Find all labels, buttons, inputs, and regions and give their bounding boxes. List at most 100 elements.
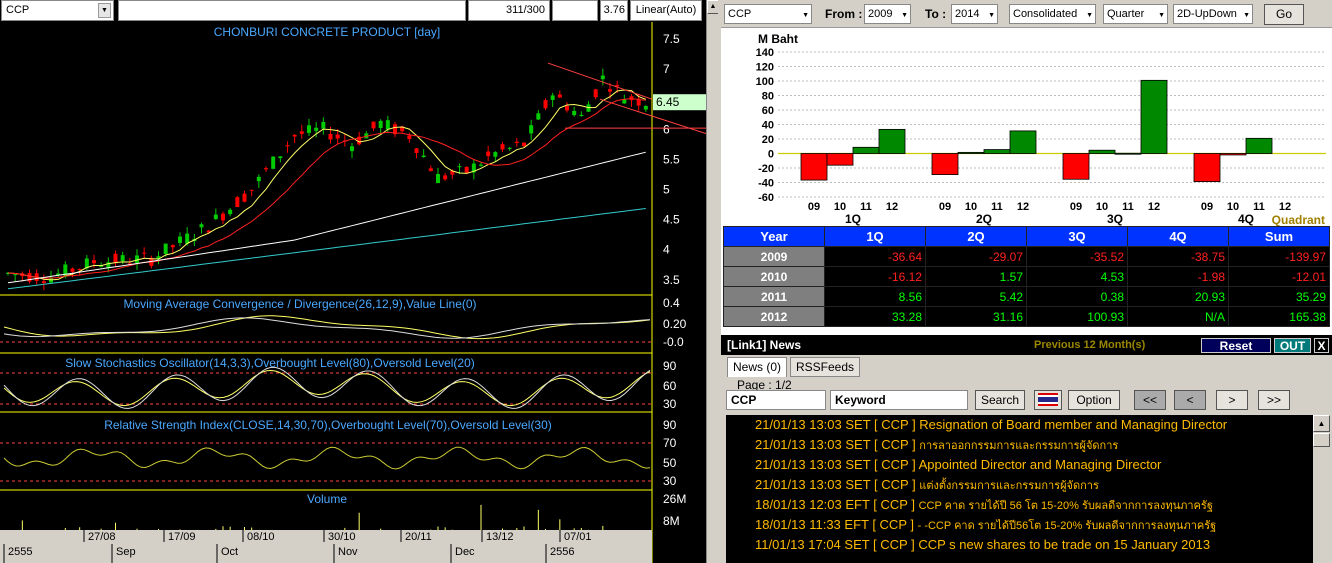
- rsi-tick-label: 50: [663, 456, 677, 470]
- value-cell: 4.53: [1026, 266, 1128, 287]
- ma-mid-line: [7, 98, 646, 279]
- candle-body: [314, 127, 319, 131]
- candle-body: [163, 243, 168, 254]
- candle-body: [178, 236, 182, 243]
- candle-body: [307, 125, 311, 133]
- scroll-thumb[interactable]: [1313, 433, 1330, 447]
- news-item[interactable]: 18/01/13 11:33 EFT [ CCP ] - -CCP คาด รา…: [726, 515, 1313, 535]
- scroll-up-icon[interactable]: ▲: [1313, 415, 1330, 432]
- value-cell: -35.52: [1026, 246, 1128, 267]
- group-label: 4Q: [1238, 212, 1254, 226]
- price-chart-canvas[interactable]: CHONBURI CONCRETE PRODUCT [day]7.576.565…: [0, 22, 706, 563]
- first-page-button[interactable]: <<: [1134, 390, 1166, 410]
- chart-symbol-select[interactable]: CCP ▼: [1, 0, 114, 21]
- financial-symbol-select[interactable]: CCP ▼: [724, 4, 812, 24]
- news-item[interactable]: 21/01/13 13:03 SET [ CCP ] Resignation o…: [726, 415, 1313, 435]
- news-symbol-input[interactable]: CCP: [726, 390, 826, 410]
- candle-body: [120, 255, 125, 262]
- news-item[interactable]: 21/01/13 13:03 SET [ CCP ] Appointed Dir…: [726, 455, 1313, 475]
- bar-count-display: 311/300: [468, 0, 550, 21]
- y-tick-label: 0: [768, 149, 774, 161]
- x-tick-label: 12: [1148, 201, 1160, 213]
- candle-body: [421, 155, 426, 158]
- language-flag-button[interactable]: [1034, 390, 1062, 410]
- candle-body: [242, 193, 247, 202]
- y-tick-label: 100: [756, 76, 774, 88]
- candle-body: [443, 175, 448, 180]
- from-year-value: 2009: [868, 8, 893, 20]
- tab-rssfeeds[interactable]: RSSFeeds: [790, 357, 861, 377]
- chevron-down-icon[interactable]: ▼: [98, 3, 111, 18]
- go-button[interactable]: Go: [1264, 4, 1304, 25]
- stoch-k-line: [3, 369, 651, 407]
- news-list: 21/01/13 13:03 SET [ CCP ] Resignation o…: [726, 415, 1313, 563]
- candle-body: [27, 272, 32, 282]
- chart-scrollbar[interactable]: ▲: [706, 0, 719, 563]
- period-select[interactable]: Quarter ▼: [1103, 4, 1168, 24]
- news-item[interactable]: 21/01/13 13:03 SET [ CCP ] แต่งตั้งกรรมก…: [726, 475, 1313, 495]
- news-meta: 21/01/13 13:03 SET [ CCP ]: [755, 477, 920, 492]
- stoch-tick-label: 90: [663, 359, 677, 373]
- news-headline: CCP s new shares to be trade on 15 Janua…: [918, 537, 1211, 552]
- news-item[interactable]: 21/01/13 13:03 SET [ CCP ] การลาออกกรรมก…: [726, 435, 1313, 455]
- bar: [1193, 153, 1221, 182]
- scale-mode-display[interactable]: Linear(Auto): [630, 0, 702, 21]
- prev-page-button[interactable]: <: [1174, 390, 1206, 410]
- candle-body: [543, 100, 548, 109]
- next-page-button[interactable]: >: [1216, 390, 1248, 410]
- bar: [1088, 149, 1116, 154]
- chart-title: CHONBURI CONCRETE PRODUCT [day]: [214, 25, 440, 39]
- volume-title: Volume: [307, 492, 347, 506]
- quarter-table: Year 1Q 2Q 3Q 4Q Sum 2009 -36.64 -29.07 -35.52 -38…: [723, 226, 1330, 327]
- resistance-trendline: [547, 62, 653, 100]
- price-tick-label: 6: [663, 122, 670, 136]
- y-tick-label: 80: [762, 91, 774, 103]
- value-cell: 33.28: [824, 306, 926, 327]
- keyword-input[interactable]: Keyword: [830, 390, 968, 410]
- candle-body: [378, 120, 383, 129]
- news-item[interactable]: 11/01/13 17:04 SET [ CCP ] CCP s new sha…: [726, 535, 1313, 555]
- news-meta: 21/01/13 13:03 SET [ CCP ]: [755, 437, 920, 452]
- candle-body: [113, 253, 118, 264]
- value-cell: 100.93: [1026, 306, 1128, 327]
- ma-slow-line: [7, 151, 646, 284]
- news-meta: 11/01/13 17:04 SET [ CCP ]: [755, 537, 919, 552]
- candle-body: [13, 274, 18, 276]
- reset-button[interactable]: Reset: [1201, 338, 1271, 353]
- tab-news[interactable]: News (0): [727, 357, 788, 377]
- y-tick-label: -20: [758, 163, 774, 175]
- y-tick-label: 120: [756, 62, 774, 74]
- news-meta: 18/01/13 12:03 EFT [ CCP ]: [755, 497, 919, 512]
- to-year-select[interactable]: 2014 ▼: [951, 4, 998, 24]
- macd-signal-line: [3, 317, 651, 339]
- news-item[interactable]: 18/01/13 12:03 EFT [ CCP ] CCP คาด รายได…: [726, 495, 1313, 515]
- news-header: [Link1] News Previous 12 Month(s) Reset …: [721, 335, 1332, 355]
- out-button[interactable]: OUT: [1274, 338, 1311, 353]
- candle-body: [328, 133, 333, 140]
- date-tick-label: 27/08: [88, 531, 116, 543]
- bar: [931, 153, 959, 175]
- stoch-tick-label: 30: [663, 397, 677, 411]
- bar: [800, 153, 828, 181]
- candle-body: [529, 125, 534, 134]
- consolidation-select[interactable]: Consolidated ▼: [1009, 4, 1096, 24]
- last-page-button[interactable]: >>: [1258, 390, 1290, 410]
- candle-body: [249, 189, 254, 191]
- news-scrollbar[interactable]: ▲: [1313, 415, 1330, 563]
- option-button[interactable]: Option: [1068, 390, 1120, 410]
- view-select[interactable]: 2D-UpDown ▼: [1173, 4, 1253, 24]
- y-tick-label: 60: [762, 105, 774, 117]
- from-year-select[interactable]: 2009 ▼: [864, 4, 911, 24]
- close-button[interactable]: X: [1314, 338, 1329, 353]
- value-cell: -16.12: [824, 266, 926, 287]
- price-tick-label: 7: [663, 62, 670, 76]
- candle-body: [479, 164, 483, 166]
- value-cell: -1.98: [1127, 266, 1229, 287]
- year-cell: 2009: [723, 246, 825, 267]
- value-cell: N/A: [1127, 306, 1229, 327]
- previous-months-label: Previous 12 Month(s): [1034, 339, 1146, 351]
- table-row: 2011 8.56 5.42 0.38 20.93 35.29: [723, 286, 1330, 307]
- search-button[interactable]: Search: [975, 390, 1025, 410]
- x-tick-label: 09: [808, 201, 820, 213]
- y-tick-label: -40: [758, 178, 774, 190]
